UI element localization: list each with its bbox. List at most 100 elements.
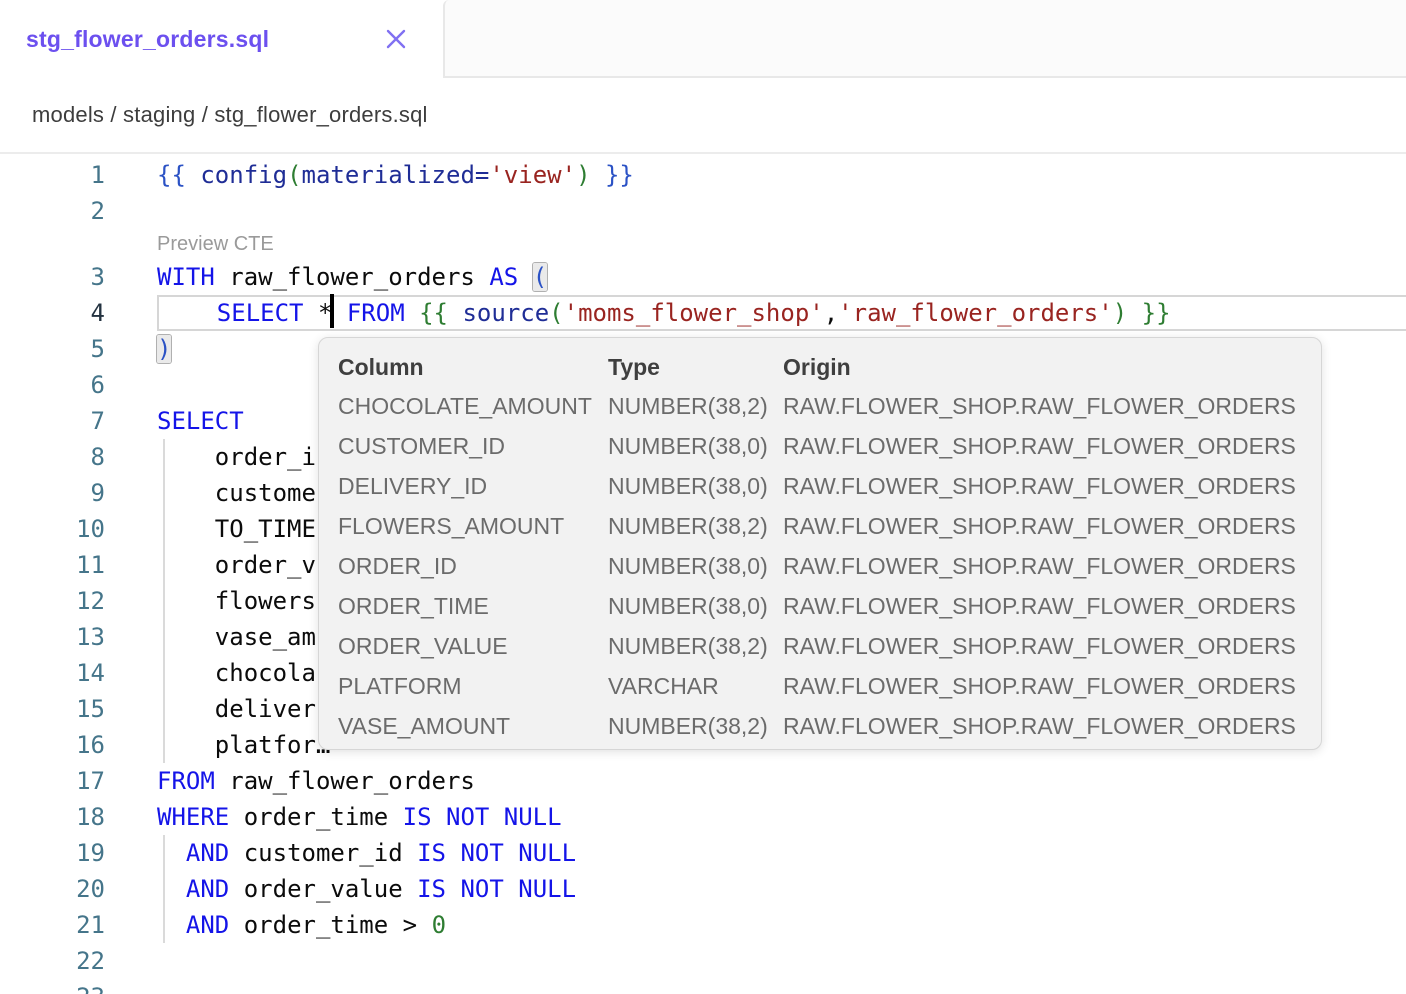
- column-type-cell: VARCHAR: [608, 666, 783, 706]
- line-number: 17: [0, 763, 105, 799]
- code-line-content: SELECT * FROM {{ source('moms_flower_sho…: [157, 295, 1406, 331]
- code-line[interactable]: 1 {{ config(materialized='view') }}: [0, 157, 1406, 193]
- code-token: raw_flower_orders: [215, 767, 475, 795]
- line-number: 15: [0, 691, 105, 727]
- line-number: 18: [0, 799, 105, 835]
- code-token: custome: [157, 479, 316, 507]
- indent-guide: [163, 835, 165, 943]
- line-number: 22: [0, 943, 105, 979]
- line-number: 11: [0, 547, 105, 583]
- code-line[interactable]: 23: [0, 979, 1406, 994]
- column-name-cell: VASE_AMOUNT: [338, 706, 608, 746]
- code-token: {{: [419, 299, 448, 327]
- code-token: order_value: [229, 875, 417, 903]
- code-token: 'raw_flower_orders': [838, 299, 1113, 327]
- code-line-content: WITH raw_flower_orders AS (: [157, 259, 1406, 295]
- matched-bracket: ): [157, 335, 171, 363]
- code-line[interactable]: 4 SELECT * FROM {{ source('moms_flower_s…: [0, 295, 1406, 331]
- code-token: 'view': [489, 161, 576, 189]
- code-token: ): [1113, 299, 1127, 327]
- code-line[interactable]: 3 WITH raw_flower_orders AS (: [0, 259, 1406, 295]
- code-line-content: {{ config(materialized='view') }}: [157, 157, 1406, 193]
- line-number: 10: [0, 511, 105, 547]
- column-origin-cell: RAW.FLOWER_SHOP.RAW_FLOWER_ORDERS: [783, 546, 1321, 586]
- code-token: order_time: [229, 803, 402, 831]
- column-name-cell: FLOWERS_AMOUNT: [338, 506, 608, 546]
- code-token: IS NOT NULL: [403, 803, 562, 831]
- code-line[interactable]: 20 AND order_value IS NOT NULL: [0, 871, 1406, 907]
- line-number: 20: [0, 871, 105, 907]
- code-token: AS: [489, 263, 518, 291]
- column-name-cell: ORDER_TIME: [338, 586, 608, 626]
- code-token: IS NOT NULL: [417, 875, 576, 903]
- column-origin-cell: RAW.FLOWER_SHOP.RAW_FLOWER_ORDERS: [783, 386, 1321, 426]
- code-token: [186, 161, 200, 189]
- tab-bar: stg_flower_orders.sql: [0, 0, 1406, 78]
- code-token: [332, 299, 346, 327]
- line-number: 16: [0, 727, 105, 763]
- code-token: materialized=: [302, 161, 490, 189]
- code-token: AND: [186, 839, 229, 867]
- code-token: [448, 299, 462, 327]
- code-token: }}: [605, 161, 634, 189]
- code-line[interactable]: 17 FROM raw_flower_orders: [0, 763, 1406, 799]
- tab-close-icon[interactable]: [381, 24, 411, 54]
- line-number: 12: [0, 583, 105, 619]
- code-token: raw_flower_orders: [215, 263, 490, 291]
- line-number: 7: [0, 403, 105, 439]
- indent-guide: [163, 439, 165, 763]
- code-line[interactable]: 18 WHERE order_time IS NOT NULL: [0, 799, 1406, 835]
- breadcrumb-row: models / staging / stg_flower_orders.sql: [0, 78, 1406, 152]
- code-token: deliver: [157, 695, 316, 723]
- code-token: source: [462, 299, 549, 327]
- code-token: ): [576, 161, 590, 189]
- tab-stg-flower-orders[interactable]: stg_flower_orders.sql: [0, 0, 443, 78]
- code-token: config: [200, 161, 287, 189]
- code-token: [405, 299, 419, 327]
- code-token: customer_id: [229, 839, 417, 867]
- popup-table: ColumnTypeOriginCHOCOLATE_AMOUNTNUMBER(3…: [338, 348, 1321, 746]
- tab-title: stg_flower_orders.sql: [26, 26, 269, 53]
- matched-bracket: (: [533, 263, 547, 291]
- ide-window: stg_flower_orders.sql models / staging /…: [0, 0, 1406, 994]
- column-name-cell: ORDER_VALUE: [338, 626, 608, 666]
- line-number: 9: [0, 475, 105, 511]
- code-token: order_time: [229, 911, 402, 939]
- line-number: 19: [0, 835, 105, 871]
- code-line-content: WHERE order_time IS NOT NULL: [157, 799, 1406, 835]
- line-number: 21: [0, 907, 105, 943]
- column-origin-cell: RAW.FLOWER_SHOP.RAW_FLOWER_ORDERS: [783, 666, 1321, 706]
- code-line[interactable]: 22: [0, 943, 1406, 979]
- code-line[interactable]: 21 AND order_time > 0: [0, 907, 1406, 943]
- line-number: 14: [0, 655, 105, 691]
- code-token: WHERE: [157, 803, 229, 831]
- column-type-cell: NUMBER(38,2): [608, 506, 783, 546]
- column-origin-cell: RAW.FLOWER_SHOP.RAW_FLOWER_ORDERS: [783, 706, 1321, 746]
- code-line-content: AND order_value IS NOT NULL: [157, 871, 1406, 907]
- code-token: {{: [157, 161, 186, 189]
- column-name-cell: CUSTOMER_ID: [338, 426, 608, 466]
- code-line-content: AND customer_id IS NOT NULL: [157, 835, 1406, 871]
- codelens-spacer: [0, 229, 105, 259]
- code-token: [1127, 299, 1141, 327]
- column-type-cell: NUMBER(38,2): [608, 706, 783, 746]
- code-token: platfor…: [157, 731, 330, 759]
- code-token: [417, 911, 431, 939]
- code-token: [157, 911, 186, 939]
- code-token: ,: [824, 299, 838, 327]
- code-token: vase_am: [157, 623, 316, 651]
- code-line[interactable]: 2: [0, 193, 1406, 229]
- codelens-preview-cte[interactable]: Preview CTE: [157, 229, 274, 259]
- popup-column-header: Origin: [783, 348, 1321, 386]
- line-number: 2: [0, 193, 105, 229]
- code-token: TO_TIME: [157, 515, 316, 543]
- code-token: (: [287, 161, 301, 189]
- code-token: [591, 161, 605, 189]
- code-token: FROM: [157, 767, 215, 795]
- column-type-cell: NUMBER(38,0): [608, 546, 783, 586]
- code-token: [157, 839, 186, 867]
- line-number: 3: [0, 259, 105, 295]
- code-line[interactable]: 19 AND customer_id IS NOT NULL: [0, 835, 1406, 871]
- code-token: SELECT: [217, 299, 304, 327]
- line-number: 1: [0, 157, 105, 193]
